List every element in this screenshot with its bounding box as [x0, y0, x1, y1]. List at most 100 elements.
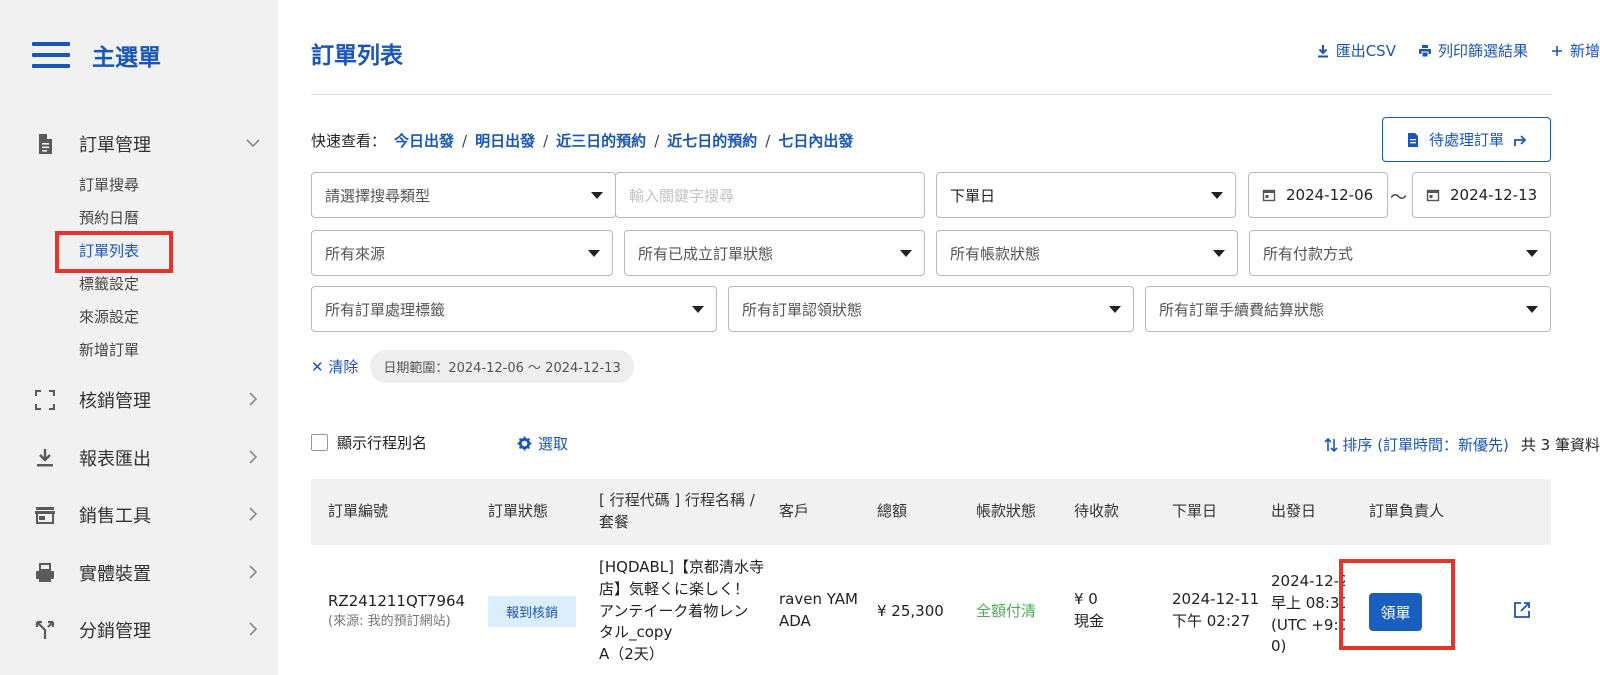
- order-status-value: 所有已成立訂單狀態: [638, 244, 774, 263]
- quick-link-today[interactable]: 今日出發: [394, 130, 454, 151]
- quick-link-within-7days[interactable]: 七日內出發: [778, 130, 853, 151]
- column-product[interactable]: [ 行程代碼 ] 行程名稱 / 套餐: [599, 479, 755, 545]
- add-button[interactable]: 新增: [1550, 40, 1600, 61]
- product-line: [HQDABL]【京都清水寺: [599, 558, 764, 576]
- chevron-right-icon: [249, 565, 258, 579]
- column-customer[interactable]: 客戶: [779, 479, 809, 545]
- search-type-value: 請選擇搜尋類型: [325, 186, 431, 205]
- sidebar-item-report-export[interactable]: 報表匯出: [0, 438, 278, 478]
- payment-method-value: 所有付款方式: [1263, 244, 1354, 263]
- sidebar-item-sales-tools[interactable]: 銷售工具: [0, 495, 278, 535]
- account-status-cell: 全額付清: [976, 602, 1037, 620]
- quick-view: 快速查看： 今日出發 / 明日出發 / 近三日的預約 / 近七日的預約 / 七日…: [311, 130, 853, 151]
- table-row[interactable]: RZ241211QT7964 (來源: 我的預訂網站) 報到核銷 [HQDABL…: [311, 545, 1551, 675]
- forward-arrow-icon: [1514, 134, 1527, 146]
- sort-icon: [1324, 437, 1338, 452]
- export-csv-button[interactable]: 匯出CSV: [1316, 40, 1396, 61]
- sidebar-subitem-booking-calendar[interactable]: 預約日曆: [79, 207, 139, 228]
- printer-icon: [1418, 44, 1431, 57]
- add-label: 新增: [1569, 42, 1600, 60]
- tag-select[interactable]: 所有訂單處理標籤: [311, 286, 717, 332]
- sidebar-item-label: 分銷管理: [79, 621, 151, 642]
- column-depart-date[interactable]: 出發日: [1271, 479, 1316, 545]
- chevron-right-icon: [249, 392, 258, 406]
- quick-view-label: 快速查看：: [311, 132, 387, 150]
- order-date: 2024-12-11: [1172, 590, 1260, 608]
- sidebar-subitem-new-order[interactable]: 新增訂單: [79, 339, 139, 360]
- sidebar-item-devices[interactable]: 實體裝置: [0, 553, 278, 593]
- menu-icon[interactable]: [32, 42, 70, 68]
- calendar-icon: [1262, 189, 1276, 202]
- product-line: タル_copy: [599, 623, 673, 642]
- sidebar-subitem-order-search[interactable]: 訂單搜尋: [79, 174, 139, 195]
- sort-label: 排序 (訂單時間：新優先): [1342, 436, 1509, 454]
- sidebar-subitem-source-settings[interactable]: 來源設定: [79, 306, 139, 327]
- keyword-search-input[interactable]: 輸入關鍵字搜尋: [615, 172, 925, 218]
- quick-separator: /: [654, 131, 660, 150]
- header-divider: [311, 94, 1551, 95]
- account-status-value: 所有帳款狀態: [950, 244, 1041, 263]
- caret-down-icon: [1213, 250, 1225, 257]
- depart-date-cell: 2024-12-21 早上 08:30 (UTC +9:0 0): [1271, 571, 1345, 658]
- caret-down-icon: [1109, 306, 1121, 313]
- date-type-value: 下單日: [950, 186, 996, 205]
- date-range-chip: 日期範圍：2024-12-06 ～ 2024-12-13: [370, 350, 634, 383]
- order-status-select[interactable]: 所有已成立訂單狀態: [624, 230, 925, 276]
- column-total[interactable]: 總額: [877, 479, 907, 545]
- caret-down-icon: [900, 250, 912, 257]
- highlight-box: [55, 231, 173, 273]
- column-receivable[interactable]: 待收款: [1074, 479, 1119, 545]
- gear-icon: [517, 436, 532, 451]
- quick-link-3days[interactable]: 近三日的預約: [556, 130, 646, 151]
- claim-status-select[interactable]: 所有訂單認領狀態: [728, 286, 1134, 332]
- clear-filters-button[interactable]: ✕ 清除: [311, 356, 358, 377]
- pending-orders-button[interactable]: 待處理訂單: [1382, 117, 1551, 162]
- quick-link-7days[interactable]: 近七日的預約: [667, 130, 757, 151]
- order-number[interactable]: RZ241211QT7964: [328, 591, 465, 613]
- payment-method-select[interactable]: 所有付款方式: [1249, 230, 1551, 276]
- sidebar-item-order-management[interactable]: 訂單管理: [0, 124, 278, 164]
- order-no-cell: RZ241211QT7964 (來源: 我的預訂網站): [328, 591, 465, 632]
- sort-button[interactable]: 排序 (訂單時間：新優先): [1324, 434, 1509, 455]
- fee-status-select[interactable]: 所有訂單手續費結算狀態: [1145, 286, 1551, 332]
- column-order-date[interactable]: 下單日: [1172, 479, 1217, 545]
- column-account-status[interactable]: 帳款狀態: [976, 479, 1036, 545]
- date-type-select[interactable]: 下單日: [936, 172, 1236, 218]
- sidebar-item-distribution[interactable]: 分銷管理: [0, 610, 278, 650]
- search-type-select[interactable]: 請選擇搜尋類型: [311, 172, 616, 218]
- pending-orders-label: 待處理訂單: [1428, 131, 1504, 149]
- product-line: A（2天）: [599, 645, 664, 663]
- caret-down-icon: [1211, 192, 1223, 199]
- claim-status-value: 所有訂單認領狀態: [742, 300, 863, 319]
- sidebar-item-label: 核銷管理: [79, 391, 151, 412]
- sidebar-subitem-tag-settings[interactable]: 標籤設定: [79, 273, 139, 294]
- table-header: 訂單編號 訂單狀態 [ 行程代碼 ] 行程名稱 / 套餐 客戶 總額 帳款狀態 …: [311, 479, 1551, 545]
- chevron-right-icon: [249, 507, 258, 521]
- sidebar-item-verification[interactable]: 核銷管理: [0, 380, 278, 420]
- column-status[interactable]: 訂單狀態: [488, 479, 548, 545]
- source-select[interactable]: 所有來源: [311, 230, 613, 276]
- fee-status-value: 所有訂單手續費結算狀態: [1159, 300, 1325, 319]
- account-status-select[interactable]: 所有帳款狀態: [936, 230, 1238, 276]
- clear-label: 清除: [328, 358, 359, 376]
- chevron-down-icon: [246, 139, 260, 148]
- caret-down-icon: [588, 250, 600, 257]
- order-date-cell: 2024-12-11 下午 02:27: [1172, 589, 1259, 633]
- quick-separator: /: [765, 131, 771, 150]
- date-from-field[interactable]: 2024-12-06: [1248, 172, 1388, 218]
- column-owner[interactable]: 訂單負責人: [1369, 479, 1444, 545]
- select-button[interactable]: 選取: [517, 433, 568, 454]
- customer-cell: raven YAM ADA: [779, 589, 858, 633]
- column-order-no[interactable]: 訂單編號: [328, 479, 388, 545]
- date-from-value: 2024-12-06: [1286, 186, 1374, 204]
- date-to-field[interactable]: 2024-12-13: [1412, 172, 1551, 218]
- open-external-icon[interactable]: [1513, 601, 1531, 619]
- quick-link-tomorrow[interactable]: 明日出發: [475, 130, 535, 151]
- product-line: 店】気軽くに楽しく！: [599, 579, 750, 598]
- page-title: 訂單列表: [311, 43, 403, 69]
- print-results-button[interactable]: 列印篩選結果: [1418, 40, 1528, 61]
- quick-separator: /: [543, 131, 549, 150]
- show-alias-checkbox[interactable]: [311, 434, 328, 451]
- customer-line: ADA: [779, 611, 811, 630]
- column-product-line1: [ 行程代碼 ] 行程名稱 /: [599, 491, 755, 510]
